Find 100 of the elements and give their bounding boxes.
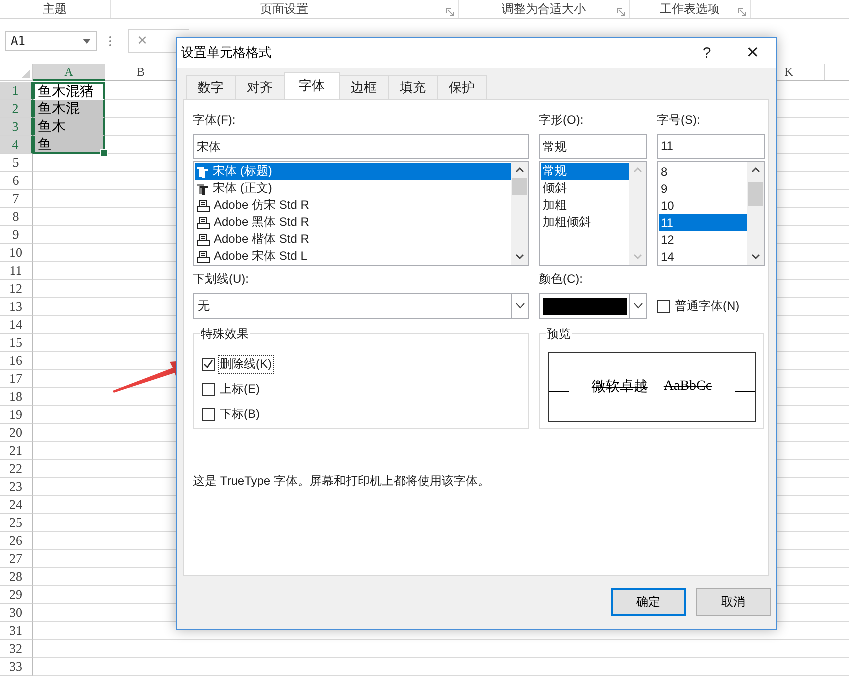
style-field[interactable]: 常规 bbox=[539, 134, 647, 159]
ribbon-group-label: 调整为合适大小 bbox=[502, 0, 586, 18]
scroll-thumb[interactable] bbox=[512, 178, 527, 195]
font-list-item[interactable]: Adobe 黑体 Std R bbox=[195, 214, 511, 231]
dialog-button[interactable]: 取消 bbox=[696, 588, 771, 616]
row-header[interactable]: 17 bbox=[0, 370, 33, 388]
font-field[interactable]: 宋体 bbox=[193, 134, 529, 159]
size-list-item[interactable]: 12 bbox=[659, 231, 747, 248]
row-header[interactable]: 26 bbox=[0, 532, 33, 550]
group-title: 特殊效果 bbox=[200, 326, 250, 343]
dialog-button[interactable]: 确定 bbox=[611, 588, 686, 616]
tab[interactable]: 保护 bbox=[437, 75, 487, 100]
row-header[interactable]: 6 bbox=[0, 172, 33, 190]
chevron-up-icon[interactable] bbox=[752, 167, 760, 173]
dialog-launcher-icon[interactable] bbox=[738, 8, 746, 16]
help-button[interactable]: ? bbox=[684, 38, 730, 68]
row-header[interactable]: 3 bbox=[0, 118, 33, 136]
row-header[interactable]: 14 bbox=[0, 316, 33, 334]
checkbox[interactable] bbox=[657, 300, 670, 312]
row-header[interactable]: 19 bbox=[0, 406, 33, 424]
checkbox-label[interactable]: 下标(B) bbox=[219, 406, 261, 423]
color-picker[interactable] bbox=[539, 293, 647, 319]
ribbon-group-label: 页面设置 bbox=[260, 0, 308, 18]
row-header[interactable]: 24 bbox=[0, 496, 33, 514]
font-info-text: 这是 TrueType 字体。屏幕和打印机上都将使用该字体。 bbox=[193, 473, 491, 490]
row-header[interactable]: 31 bbox=[0, 622, 33, 640]
checkbox-label[interactable]: 普通字体(N) bbox=[674, 298, 741, 314]
row-header[interactable]: 11 bbox=[0, 262, 33, 280]
row-header[interactable]: 32 bbox=[0, 640, 33, 658]
column-header[interactable]: A bbox=[33, 64, 105, 81]
checkbox[interactable] bbox=[202, 408, 215, 421]
size-label: 字号(S): bbox=[657, 112, 702, 128]
row-header[interactable]: 2 bbox=[0, 100, 33, 118]
checkbox-label[interactable]: 上标(E) bbox=[219, 381, 261, 398]
checkbox[interactable] bbox=[202, 383, 215, 396]
underline-dropdown[interactable]: 无 bbox=[193, 293, 529, 319]
size-list-item[interactable]: 10 bbox=[659, 197, 747, 214]
font-list-item[interactable]: 宋体 (标题) bbox=[195, 163, 511, 180]
row-header[interactable]: 10 bbox=[0, 244, 33, 262]
style-list-item[interactable]: 倾斜 bbox=[541, 180, 629, 197]
row-header[interactable]: 29 bbox=[0, 586, 33, 604]
row-header[interactable]: 20 bbox=[0, 424, 33, 442]
row-header[interactable]: 7 bbox=[0, 190, 33, 208]
font-list-item[interactable]: Adobe 宋体 Std L bbox=[195, 248, 511, 265]
style-list-item[interactable]: 加粗倾斜 bbox=[541, 214, 629, 231]
row-header[interactable]: 15 bbox=[0, 334, 33, 352]
row-header[interactable]: 5 bbox=[0, 154, 33, 172]
dialog-launcher-icon[interactable] bbox=[446, 8, 454, 16]
spreadsheet-cell[interactable]: 鱼 bbox=[33, 136, 105, 154]
font-list-item[interactable]: Adobe 仿宋 Std R bbox=[195, 197, 511, 214]
column-header[interactable]: B bbox=[105, 64, 177, 81]
row-header[interactable]: 1 bbox=[0, 82, 33, 100]
truetype-icon bbox=[197, 182, 209, 194]
row-header[interactable]: 21 bbox=[0, 442, 33, 460]
chevron-up-icon[interactable] bbox=[516, 167, 524, 173]
chevron-down-icon[interactable] bbox=[752, 254, 760, 260]
row-header[interactable]: 4 bbox=[0, 136, 33, 154]
row-header[interactable]: 30 bbox=[0, 604, 33, 622]
font-label: 字体(F): bbox=[193, 112, 237, 128]
style-list-item[interactable]: 常规 bbox=[541, 163, 629, 180]
row-header[interactable]: 16 bbox=[0, 352, 33, 370]
font-list-item[interactable]: Adobe 楷体 Std R bbox=[195, 231, 511, 248]
size-list-item[interactable]: 11 bbox=[659, 214, 747, 231]
preview-text: 微软卓越 bbox=[592, 378, 648, 396]
printer-icon bbox=[197, 234, 210, 246]
chevron-down-icon[interactable] bbox=[516, 254, 524, 260]
row-header[interactable]: 8 bbox=[0, 208, 33, 226]
name-box[interactable]: A1 bbox=[5, 31, 97, 51]
row-header[interactable]: 28 bbox=[0, 568, 33, 586]
dialog-launcher-icon[interactable] bbox=[617, 8, 625, 16]
scrollbar[interactable] bbox=[747, 162, 764, 265]
spreadsheet-cell[interactable]: 鱼木 bbox=[33, 118, 105, 136]
size-list-item[interactable]: 8 bbox=[659, 163, 747, 180]
row-header[interactable]: 33 bbox=[0, 658, 33, 676]
row-header[interactable]: 13 bbox=[0, 298, 33, 316]
chevron-up-icon bbox=[634, 167, 642, 173]
close-button[interactable]: ✕ bbox=[730, 38, 776, 68]
checkbox[interactable] bbox=[202, 358, 215, 371]
ribbon-group-label: 主题 bbox=[43, 0, 67, 18]
scrollbar[interactable] bbox=[511, 162, 528, 265]
row-header[interactable]: 9 bbox=[0, 226, 33, 244]
size-list-item[interactable]: 14 bbox=[659, 248, 747, 265]
font-list-item[interactable]: 宋体 (正文) bbox=[195, 180, 511, 197]
scroll-thumb[interactable] bbox=[748, 182, 763, 206]
group-title: 预览 bbox=[546, 326, 572, 343]
tab[interactable]: 字体 bbox=[284, 72, 340, 99]
row-header[interactable]: 27 bbox=[0, 550, 33, 568]
spreadsheet-cell[interactable]: 鱼木混 bbox=[33, 100, 105, 118]
size-field[interactable]: 11 bbox=[657, 134, 765, 159]
dialog-title: 设置单元格格式 bbox=[181, 44, 272, 62]
style-list-item[interactable]: 加粗 bbox=[541, 197, 629, 214]
row-header[interactable]: 12 bbox=[0, 280, 33, 298]
checkbox-label[interactable]: 删除线(K) bbox=[219, 356, 273, 373]
row-header[interactable]: 25 bbox=[0, 514, 33, 532]
tab[interactable]: 数字 bbox=[186, 75, 236, 100]
row-header[interactable]: 22 bbox=[0, 460, 33, 478]
size-list-item[interactable]: 9 bbox=[659, 180, 747, 197]
row-header[interactable]: 18 bbox=[0, 388, 33, 406]
row-header[interactable]: 23 bbox=[0, 478, 33, 496]
fill-handle[interactable] bbox=[100, 149, 108, 157]
